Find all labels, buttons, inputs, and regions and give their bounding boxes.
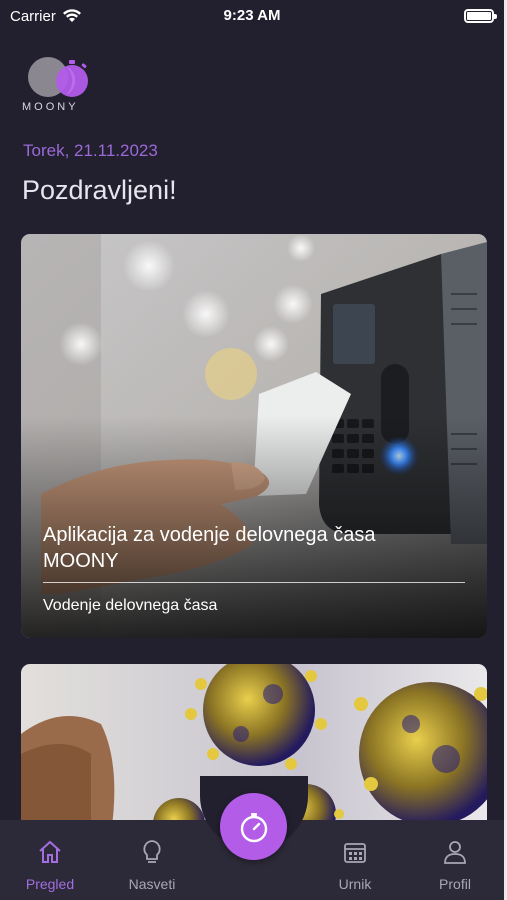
timer-button[interactable] — [220, 793, 287, 860]
tab-label: Urnik — [338, 876, 372, 892]
calendar-icon — [344, 843, 366, 863]
card-title: Aplikacija za vodenje delovnega časa MOO… — [43, 524, 376, 572]
stopwatch-icon — [240, 812, 267, 842]
tab-label: Nasveti — [128, 876, 176, 892]
home-icon — [39, 840, 61, 863]
brand-name: MOONY — [22, 101, 79, 113]
tab-label: Profil — [439, 876, 471, 892]
current-date: Torek, 21.11.2023 — [23, 141, 158, 160]
app-screen: Carrier 9:23 AM MOONY Torek, 21.11.2023 … — [0, 0, 507, 900]
status-time: 9:23 AM — [223, 7, 281, 24]
tab-label: Pregled — [25, 876, 75, 892]
user-icon — [444, 841, 466, 864]
card-divider — [43, 582, 465, 583]
tab-nasveti[interactable]: Nasveti — [102, 820, 202, 900]
lightbulb-icon — [143, 840, 161, 863]
article-card[interactable]: Aplikacija za vodenje delovnega časa MOO… — [21, 234, 487, 638]
tab-urnik[interactable]: Urnik — [305, 820, 405, 900]
card-category: Vodenje delovnega časa — [43, 597, 218, 614]
card-image-time-clock — [21, 234, 487, 638]
tab-profil[interactable]: Profil — [405, 820, 504, 900]
greeting-title: Pozdravljeni! — [22, 175, 177, 205]
tab-pregled[interactable]: Pregled — [0, 820, 100, 900]
